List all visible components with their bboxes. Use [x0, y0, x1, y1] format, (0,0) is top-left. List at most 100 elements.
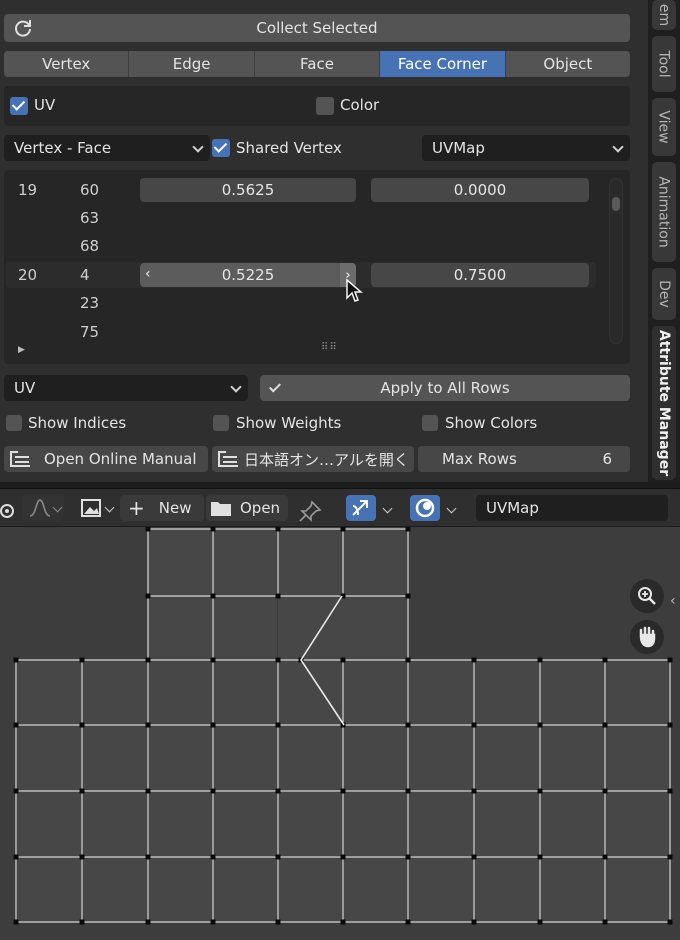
uvmap-dropdown-value: UVMap: [432, 139, 485, 157]
uv-face: [475, 661, 539, 724]
domain-vertex-button[interactable]: Vertex: [4, 51, 130, 77]
show-colors-checkbox[interactable]: [422, 415, 438, 431]
uv-editor-viewport[interactable]: ‹: [0, 527, 680, 940]
attribute-manager-panel: Collect Selected Vertex Edge Face Face C…: [0, 0, 648, 482]
sidebar-tabs: em Tool View Animation Dev Attribute Man…: [648, 0, 680, 482]
uv-vertex: [145, 854, 151, 860]
uv-vertex: [79, 919, 85, 925]
document-icon: [218, 451, 240, 467]
editor-type-icon[interactable]: [0, 498, 18, 524]
chevron-down-icon[interactable]: [446, 503, 457, 514]
shared-vertex-checkbox[interactable]: [212, 139, 230, 157]
uv-face: [541, 661, 604, 724]
cursor-icon: [346, 278, 363, 302]
uv-mesh[interactable]: [0, 527, 680, 940]
zoom-button[interactable]: [630, 579, 664, 613]
open-image-button[interactable]: Open: [206, 495, 288, 521]
domain-object-button[interactable]: Object: [506, 51, 630, 77]
image-dropdown[interactable]: [76, 495, 116, 521]
pan-button[interactable]: [630, 620, 664, 654]
show-indices-checkbox[interactable]: [6, 415, 22, 431]
attribute-type-dropdown[interactable]: UV: [4, 375, 248, 401]
domain-selector: Vertex Edge Face Face Corner Object: [4, 51, 630, 77]
tab-attribute-manager[interactable]: Attribute Manager: [652, 326, 676, 480]
mode-dropdown[interactable]: Vertex - Face: [4, 135, 210, 161]
uv-face: [606, 661, 669, 724]
chevron-down-icon[interactable]: [382, 503, 393, 514]
tab-item[interactable]: em: [652, 0, 676, 30]
uv-editor-header: + New Open UVMap: [0, 488, 680, 526]
uv-vertex: [340, 919, 346, 925]
curve-dropdown[interactable]: [22, 495, 64, 521]
show-weights-checkbox[interactable]: [213, 415, 229, 431]
v-value-field[interactable]: 0.7500: [371, 263, 589, 287]
tab-label: Dev: [656, 280, 672, 308]
domain-face-button[interactable]: Face: [255, 51, 381, 77]
decrement-arrow-icon[interactable]: ‹: [145, 266, 151, 282]
uv-vertex: [537, 657, 543, 663]
uv-face: [541, 726, 604, 790]
collect-selected-button[interactable]: Collect Selected: [4, 14, 630, 42]
face-index: 63: [80, 209, 100, 227]
uv-vertex: [79, 722, 85, 728]
sidebar-toggle-icon[interactable]: ‹: [670, 593, 676, 609]
uv-face: [475, 858, 539, 921]
uv-face: [214, 858, 277, 921]
pin-icon[interactable]: [298, 498, 322, 524]
expand-triangle-icon[interactable]: ▶: [18, 345, 25, 355]
color-checkbox[interactable]: [316, 97, 334, 115]
table-scrollbar[interactable]: [609, 178, 623, 344]
uv-vertex: [537, 722, 543, 728]
max-rows-field[interactable]: Max Rows 6: [418, 446, 630, 472]
uv-face: [344, 661, 407, 724]
uv-checkbox[interactable]: [10, 97, 28, 115]
uv-face: [344, 792, 407, 856]
uv-vertex: [79, 788, 85, 794]
uv-vertex: [275, 788, 281, 794]
apply-to-all-rows-button[interactable]: Apply to All Rows: [260, 375, 630, 401]
uv-face: [344, 726, 407, 790]
uv-vertex: [667, 722, 673, 728]
show-weights-label: Show Weights: [236, 414, 342, 432]
face-index: 4: [80, 266, 90, 284]
uv-vertex: [275, 722, 281, 728]
uv-vertex: [471, 657, 477, 663]
uv-vertex: [275, 919, 281, 925]
new-image-button[interactable]: + New: [120, 495, 204, 521]
uv-vertex: [145, 919, 151, 925]
tab-animation[interactable]: Animation: [652, 162, 676, 262]
uvmap-dropdown[interactable]: UVMap: [422, 135, 630, 161]
collect-selected-label: Collect Selected: [256, 19, 378, 37]
sticky-select-button[interactable]: [410, 495, 440, 521]
uv-face: [149, 661, 212, 724]
domain-face-corner-button[interactable]: Face Corner: [380, 51, 506, 77]
domain-edge-button[interactable]: Edge: [129, 51, 255, 77]
vertex-index: 20: [18, 266, 38, 284]
tab-view[interactable]: View: [652, 98, 676, 156]
uv-vertex: [79, 854, 85, 860]
u-value-field-active[interactable]: ‹ 0.5225 ›: [140, 263, 356, 287]
sticky-select-icon: [415, 498, 435, 518]
tab-tool[interactable]: Tool: [652, 36, 676, 92]
resize-grip-icon[interactable]: ⠿⠿: [321, 342, 338, 353]
u-value-field[interactable]: 0.5625: [140, 178, 356, 202]
uvmap-name-field[interactable]: UVMap: [476, 495, 668, 521]
uv-vertex: [602, 854, 608, 860]
uv-face: [17, 792, 81, 856]
hand-icon: [639, 626, 656, 648]
show-indices-label: Show Indices: [28, 414, 127, 432]
tab-dev[interactable]: Dev: [652, 268, 676, 320]
max-rows-label: Max Rows: [442, 450, 517, 468]
scrollbar-thumb[interactable]: [612, 197, 620, 211]
uv-sync-button[interactable]: [346, 495, 376, 521]
uv-vertex: [340, 788, 346, 794]
open-japanese-manual-button[interactable]: 日本語オン…アルを開く: [212, 446, 414, 472]
uv-vertex: [471, 854, 477, 860]
uv-face: [214, 726, 277, 790]
max-rows-value: 6: [602, 450, 612, 468]
v-value-field[interactable]: 0.0000: [371, 178, 589, 202]
chevron-down-icon: [52, 502, 63, 513]
apply-label: Apply to All Rows: [380, 379, 510, 397]
uv-vertex: [145, 657, 151, 663]
open-online-manual-button[interactable]: Open Online Manual: [4, 446, 208, 472]
